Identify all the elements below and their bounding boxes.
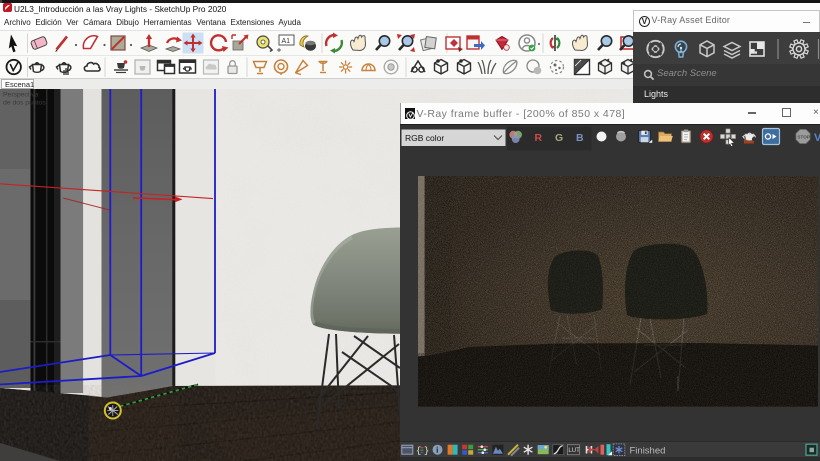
svg-text:de dos puntos: de dos puntos [3,100,46,107]
svg-text:A1: A1 [282,38,291,45]
svg-text:STOP: STOP [797,134,809,139]
svg-text:Perspectiva: Perspectiva [3,92,39,99]
svg-text:R: R [535,132,543,144]
svg-text:Finished: Finished [630,445,666,456]
svg-text:G: G [555,132,563,144]
svg-text:V: V [814,132,820,144]
svg-text:}: } [424,446,429,456]
svg-text:B: B [576,132,584,144]
svg-text:RGB color: RGB color [405,133,444,143]
svg-text:LUT: LUT [568,448,580,454]
